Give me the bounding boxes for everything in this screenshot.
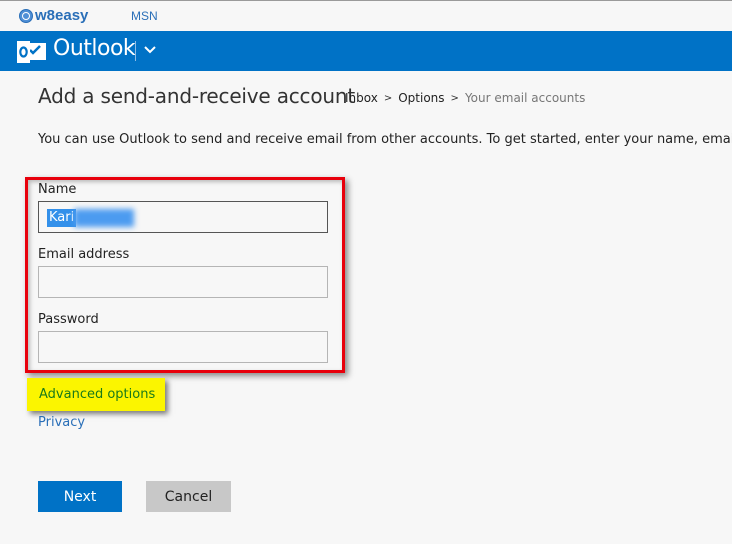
breadcrumb-separator: > (383, 93, 393, 104)
password-label: Password (38, 312, 99, 327)
email-label: Email address (38, 247, 130, 262)
next-button[interactable]: Next (38, 481, 122, 512)
breadcrumb-options[interactable]: Options (398, 91, 444, 106)
breadcrumb: Inbox > Options > Your email accounts (345, 91, 585, 106)
name-value: Kari (47, 209, 77, 227)
cancel-button[interactable]: Cancel (146, 481, 231, 512)
brand-name: w8easy (35, 7, 89, 24)
page-title: Add a send-and-receive account (38, 84, 355, 108)
name-input[interactable]: Kari (38, 201, 328, 233)
email-input[interactable] (38, 266, 328, 298)
top-bar: w8easy MSN (0, 0, 732, 31)
chevron-down-icon[interactable] (143, 44, 157, 56)
outlook-logo-icon[interactable] (17, 40, 47, 64)
intro-text: You can use Outlook to send and receive … (38, 132, 732, 147)
globe-icon (19, 8, 33, 23)
redacted-surname (74, 209, 135, 227)
breadcrumb-inbox[interactable]: Inbox (345, 91, 378, 106)
w8easy-logo[interactable]: w8easy (19, 7, 88, 24)
breadcrumb-current: Your email accounts (464, 91, 586, 105)
name-label: Name (38, 182, 77, 197)
msn-link[interactable]: MSN (131, 9, 158, 23)
advanced-options-link[interactable]: Advanced options (39, 387, 155, 402)
app-title: Outlook (53, 36, 136, 61)
password-input[interactable] (38, 331, 328, 363)
breadcrumb-separator: > (450, 93, 459, 104)
privacy-link[interactable]: Privacy (38, 415, 85, 430)
header-divider (135, 41, 136, 61)
